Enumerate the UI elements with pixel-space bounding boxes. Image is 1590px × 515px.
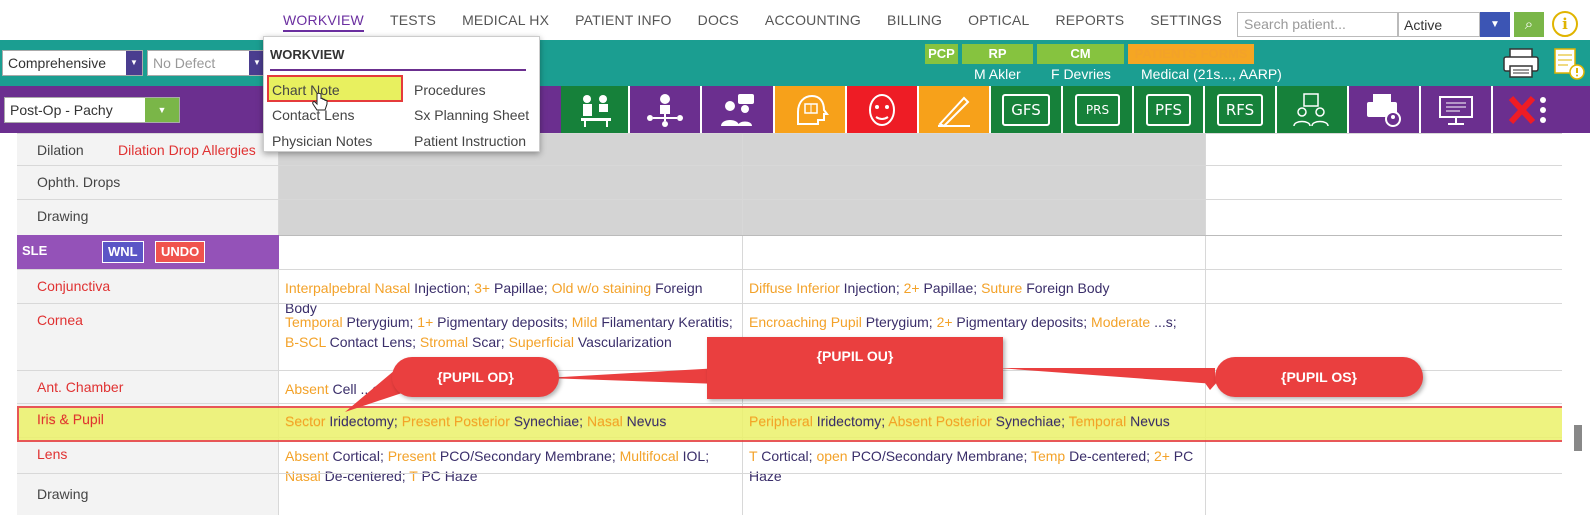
- callout-arrows: [345, 368, 1228, 412]
- ou-arrow-left: [545, 368, 720, 384]
- dropdown-divider: [270, 69, 526, 71]
- pupil-ou-callout: {PUPIL OU}: [707, 337, 1003, 399]
- hand-cursor-icon: [312, 93, 328, 111]
- menu-item-procedures[interactable]: Procedures: [414, 82, 486, 98]
- pupil-od-callout: {PUPIL OD}: [392, 357, 559, 397]
- menu-item-sx-planning-sheet[interactable]: Sx Planning Sheet: [414, 107, 529, 123]
- workview-dropdown: WORKVIEW Chart Note Procedures Contact L…: [263, 36, 540, 152]
- ou-arrow-right: [998, 368, 1215, 384]
- pupil-os-callout: {PUPIL OS}: [1215, 357, 1423, 397]
- menu-item-patient-instruction[interactable]: Patient Instruction: [414, 133, 526, 149]
- dropdown-title: WORKVIEW: [270, 47, 345, 62]
- menu-item-chart-note[interactable]: Chart Note: [272, 82, 340, 98]
- menu-item-physician-notes[interactable]: Physician Notes: [272, 133, 372, 149]
